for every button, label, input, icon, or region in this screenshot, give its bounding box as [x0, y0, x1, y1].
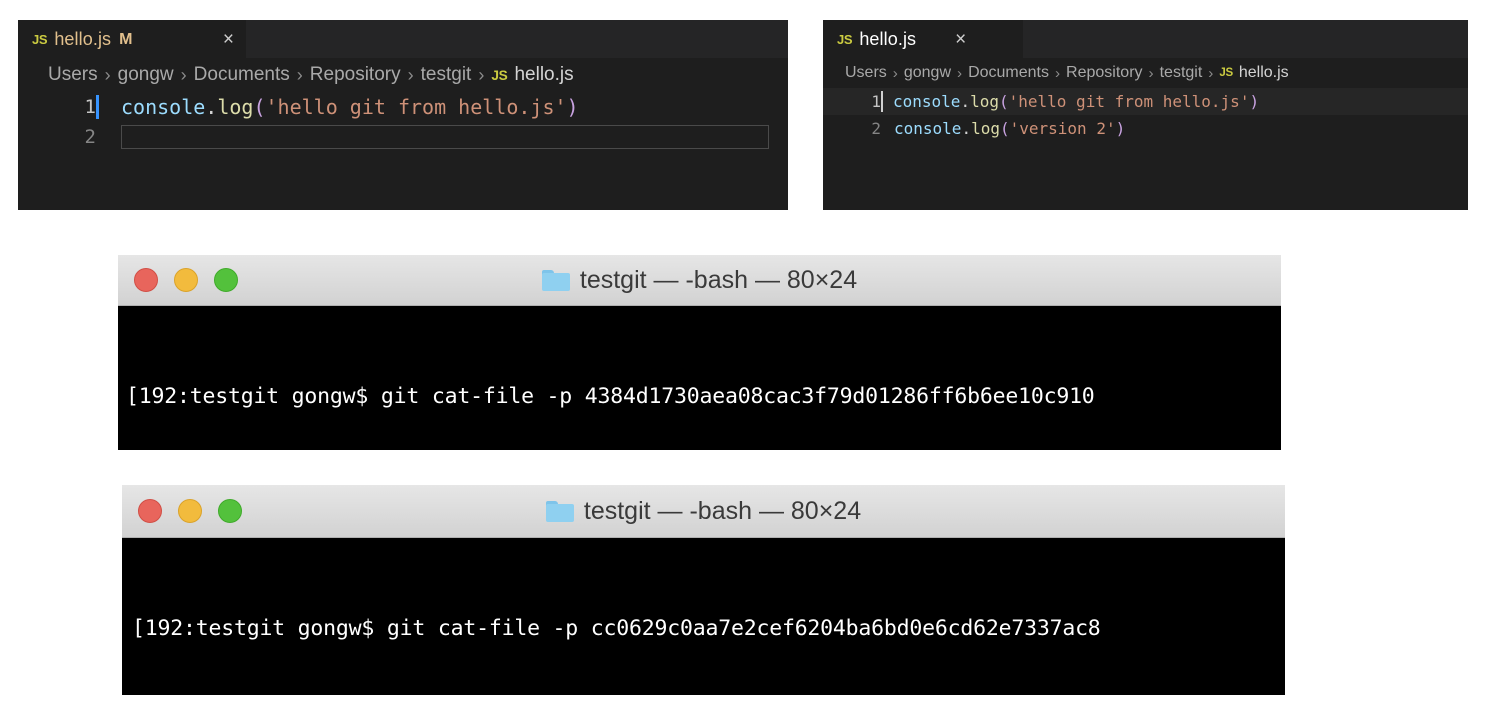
terminal-window-2: testgit — -bash — 80×24 [192:testgit gon…: [122, 485, 1285, 695]
breadcrumb-item-repository[interactable]: Repository: [310, 64, 401, 86]
minimize-button[interactable]: [178, 499, 202, 523]
code-line-content[interactable]: console.log('version 2'): [884, 119, 1125, 138]
zoom-button[interactable]: [214, 268, 238, 292]
editor-tabbar-1: JS hello.js M ×: [18, 20, 788, 58]
line-number: 1: [871, 92, 881, 111]
line-number: 1: [84, 96, 96, 118]
close-icon[interactable]: ×: [945, 30, 966, 49]
token-object: console: [121, 95, 206, 119]
token-function: log: [971, 119, 1000, 138]
window-controls: [118, 268, 238, 292]
tab-filename-label: hello.js: [859, 29, 917, 49]
chevron-right-icon: ›: [407, 64, 414, 85]
breadcrumb-item-file[interactable]: hello.js: [514, 64, 573, 86]
token-function: log: [970, 92, 999, 111]
code-line[interactable]: 2: [18, 122, 788, 152]
js-file-icon: JS: [32, 32, 48, 47]
vscode-editor-panel-2: JS hello.js × Users › gongw › Documents …: [823, 20, 1468, 210]
editor-tab-hello-js-modified[interactable]: JS hello.js M ×: [18, 20, 246, 58]
breadcrumb-item-documents[interactable]: Documents: [194, 64, 290, 86]
editor-tab-hello-js[interactable]: JS hello.js ×: [823, 20, 1023, 58]
chevron-right-icon: ›: [296, 64, 303, 85]
close-button[interactable]: [138, 499, 162, 523]
tab-modified-badge: M: [119, 30, 133, 48]
breadcrumb: Users › gongw › Documents › Repository ›…: [823, 58, 1468, 86]
terminal-title-text: testgit — -bash — 80×24: [583, 496, 862, 525]
token-string: 'version 2': [1009, 119, 1116, 138]
breadcrumb-item-documents[interactable]: Documents: [968, 64, 1049, 82]
terminal-title-text: testgit — -bash — 80×24: [579, 265, 858, 294]
line-number: 2: [84, 126, 96, 148]
code-area-2[interactable]: 1 console.log('hello git from hello.js')…: [823, 86, 1468, 142]
terminal-titlebar-1[interactable]: testgit — -bash — 80×24: [118, 255, 1281, 306]
token-paren-close: ): [1249, 92, 1260, 111]
close-icon[interactable]: ×: [213, 30, 234, 49]
terminal-line: [192:testgit gongw$ git cat-file -p 4384…: [126, 380, 1281, 414]
token-object: console: [894, 119, 962, 138]
token-paren-close: ): [1115, 119, 1126, 138]
terminal-window-1: testgit — -bash — 80×24 [192:testgit gon…: [118, 255, 1281, 450]
folder-icon: [541, 269, 570, 291]
token-dot: .: [205, 95, 218, 119]
chevron-right-icon: ›: [957, 64, 963, 82]
text-cursor-placeholder: [96, 125, 99, 149]
tab-filename-label: hello.js: [54, 29, 112, 49]
breadcrumb-item-users[interactable]: Users: [845, 64, 887, 82]
code-line[interactable]: 2 console.log('version 2'): [823, 115, 1468, 142]
js-file-icon: JS: [837, 32, 853, 47]
breadcrumb-item-gongw[interactable]: gongw: [118, 64, 174, 86]
js-file-icon: JS: [491, 67, 508, 83]
breadcrumb-item-testgit[interactable]: testgit: [1160, 64, 1203, 82]
chevron-right-icon: ›: [892, 64, 898, 82]
editor-tabbar-2: JS hello.js ×: [823, 20, 1468, 58]
terminal-output-1[interactable]: [192:testgit gongw$ git cat-file -p 4384…: [118, 306, 1281, 450]
token-object: console: [893, 92, 961, 111]
code-line-content[interactable]: console.log('hello git from hello.js'): [883, 92, 1259, 111]
token-dot: .: [961, 119, 972, 138]
vscode-editor-panel-1: JS hello.js M × Users › gongw › Document…: [18, 20, 788, 210]
token-paren-open: (: [998, 92, 1009, 111]
code-line[interactable]: 1 console.log('hello git from hello.js'): [823, 88, 1468, 115]
chevron-right-icon: ›: [1148, 64, 1154, 82]
breadcrumb-item-users[interactable]: Users: [48, 64, 98, 86]
code-line-content[interactable]: console.log('hello git from hello.js'): [99, 95, 579, 119]
minimize-button[interactable]: [174, 268, 198, 292]
breadcrumb-item-gongw[interactable]: gongw: [904, 64, 951, 82]
chevron-right-icon: ›: [104, 64, 111, 85]
terminal-command-line: [192:testgit gongw$ git cat-file -p 4384…: [126, 384, 1095, 409]
token-paren-open: (: [253, 95, 266, 119]
window-controls: [122, 499, 242, 523]
terminal-output-2[interactable]: [192:testgit gongw$ git cat-file -p cc06…: [122, 538, 1285, 695]
chevron-right-icon: ›: [1208, 64, 1214, 82]
terminal-titlebar-2[interactable]: testgit — -bash — 80×24: [122, 485, 1285, 538]
line-number: 2: [871, 119, 881, 138]
terminal-line: [192:testgit gongw$ git cat-file -p cc06…: [132, 612, 1285, 646]
close-button[interactable]: [134, 268, 158, 292]
folder-icon: [545, 500, 574, 522]
terminal-title-group: testgit — -bash — 80×24: [122, 497, 1285, 526]
chevron-right-icon: ›: [478, 64, 485, 85]
empty-line-highlight: [121, 125, 769, 149]
code-area-1[interactable]: 1 console.log('hello git from hello.js')…: [18, 90, 788, 152]
token-function: log: [217, 95, 254, 119]
breadcrumb: Users › gongw › Documents › Repository ›…: [18, 58, 788, 90]
code-line[interactable]: 1 console.log('hello git from hello.js'): [18, 92, 788, 122]
terminal-command-line: [192:testgit gongw$ git cat-file -p cc06…: [132, 616, 1101, 641]
token-paren-open: (: [999, 119, 1010, 138]
zoom-button[interactable]: [218, 499, 242, 523]
js-file-icon: JS: [1219, 67, 1233, 79]
token-string: 'hello git from hello.js': [265, 95, 567, 119]
breadcrumb-item-repository[interactable]: Repository: [1066, 64, 1142, 82]
token-dot: .: [960, 92, 971, 111]
chevron-right-icon: ›: [1054, 64, 1061, 82]
terminal-title-group: testgit — -bash — 80×24: [118, 266, 1281, 295]
token-string: 'hello git from hello.js': [1008, 92, 1250, 111]
breadcrumb-item-testgit[interactable]: testgit: [421, 64, 472, 86]
chevron-right-icon: ›: [180, 64, 187, 85]
breadcrumb-item-file[interactable]: hello.js: [1239, 64, 1289, 82]
token-paren-close: ): [566, 95, 579, 119]
